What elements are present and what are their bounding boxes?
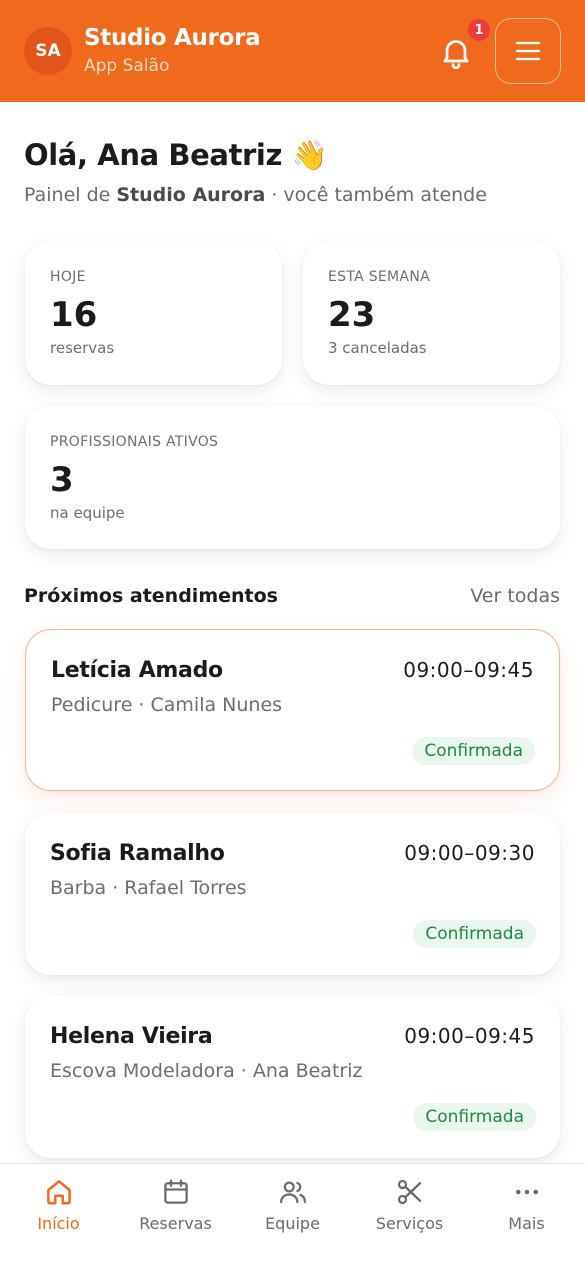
stat-label: HOJE (50, 269, 86, 285)
stat-value: 23 (328, 295, 376, 335)
notification-badge: 1 (466, 17, 492, 43)
nav-item-reservas[interactable]: Reservas (117, 1164, 234, 1266)
nav-label: Serviços (375, 1214, 444, 1233)
view-all-link[interactable]: Ver todas (470, 585, 560, 607)
calendar-icon (164, 1179, 188, 1204)
users-icon (280, 1181, 306, 1204)
stat-card-week[interactable]: ESTA SEMANA 23 3 canceladas (303, 241, 560, 385)
status-badge: Confirmada (413, 920, 536, 948)
app-subtitle: App Salão (84, 56, 170, 76)
nav-label: Início (37, 1214, 80, 1233)
appointment-time: 09:00–09:30 (404, 841, 535, 865)
nav-item-servicos[interactable]: Serviços (351, 1164, 468, 1266)
avatar[interactable]: SA (24, 27, 72, 75)
appointment-time: 09:00–09:45 (403, 658, 534, 682)
menu-button[interactable] (495, 18, 561, 84)
home-icon (47, 1180, 71, 1205)
stat-card-today[interactable]: HOJE 16 reservas (25, 241, 282, 385)
client-name: Letícia Amado (51, 658, 223, 683)
nav-label: Mais (508, 1214, 545, 1233)
bottom-nav: Início Reservas Equipe Serviços Mais (0, 1163, 585, 1266)
appointment-detail: Pedicure · Camila Nunes (51, 694, 283, 716)
appointment-detail: Barba · Rafael Torres (50, 877, 247, 899)
appointment-time: 09:00–09:45 (404, 1024, 535, 1048)
business-name: Studio Aurora (84, 25, 261, 51)
stat-value: 16 (50, 295, 98, 335)
stat-value: 3 (50, 460, 74, 500)
app-header: SA Studio Aurora App Salão 1 (0, 0, 585, 102)
section-title: Próximos atendimentos (24, 585, 278, 607)
nav-item-mais[interactable]: Mais (468, 1164, 585, 1266)
more-icon (516, 1189, 538, 1195)
stat-note: na equipe (50, 504, 125, 522)
client-name: Sofia Ramalho (50, 841, 225, 866)
nav-label: Equipe (265, 1214, 320, 1233)
stat-note: reservas (50, 339, 115, 357)
greeting-title: Olá, Ana Beatriz 👋 (24, 138, 328, 172)
stat-note: 3 canceladas (328, 339, 427, 357)
status-badge: Confirmada (412, 737, 535, 765)
appointment-card[interactable]: Sofia Ramalho 09:00–09:30 Barba · Rafael… (25, 813, 560, 975)
client-name: Helena Vieira (50, 1024, 213, 1049)
nav-label: Reservas (139, 1214, 212, 1233)
appointment-card[interactable]: Helena Vieira 09:00–09:45 Escova Modelad… (25, 996, 560, 1158)
stat-card-professionals[interactable]: PROFISSIONAIS ATIVOS 3 na equipe (25, 406, 560, 549)
notifications-button[interactable] (438, 34, 474, 70)
greeting-subtitle: Painel de Studio Aurora · você também at… (24, 184, 487, 206)
status-badge: Confirmada (413, 1103, 536, 1131)
nav-item-equipe[interactable]: Equipe (234, 1164, 351, 1266)
appointment-detail: Escova Modeladora · Ana Beatriz (50, 1060, 363, 1082)
nav-item-inicio[interactable]: Início (0, 1164, 117, 1266)
stat-label: ESTA SEMANA (328, 269, 430, 285)
appointment-card[interactable]: Letícia Amado 09:00–09:45 Pedicure · Cam… (25, 629, 560, 791)
hamburger-icon (515, 41, 541, 61)
business-name-inline: Studio Aurora (116, 184, 266, 206)
stat-label: PROFISSIONAIS ATIVOS (50, 434, 219, 450)
bell-icon (443, 40, 469, 70)
scissors-icon (397, 1179, 422, 1205)
